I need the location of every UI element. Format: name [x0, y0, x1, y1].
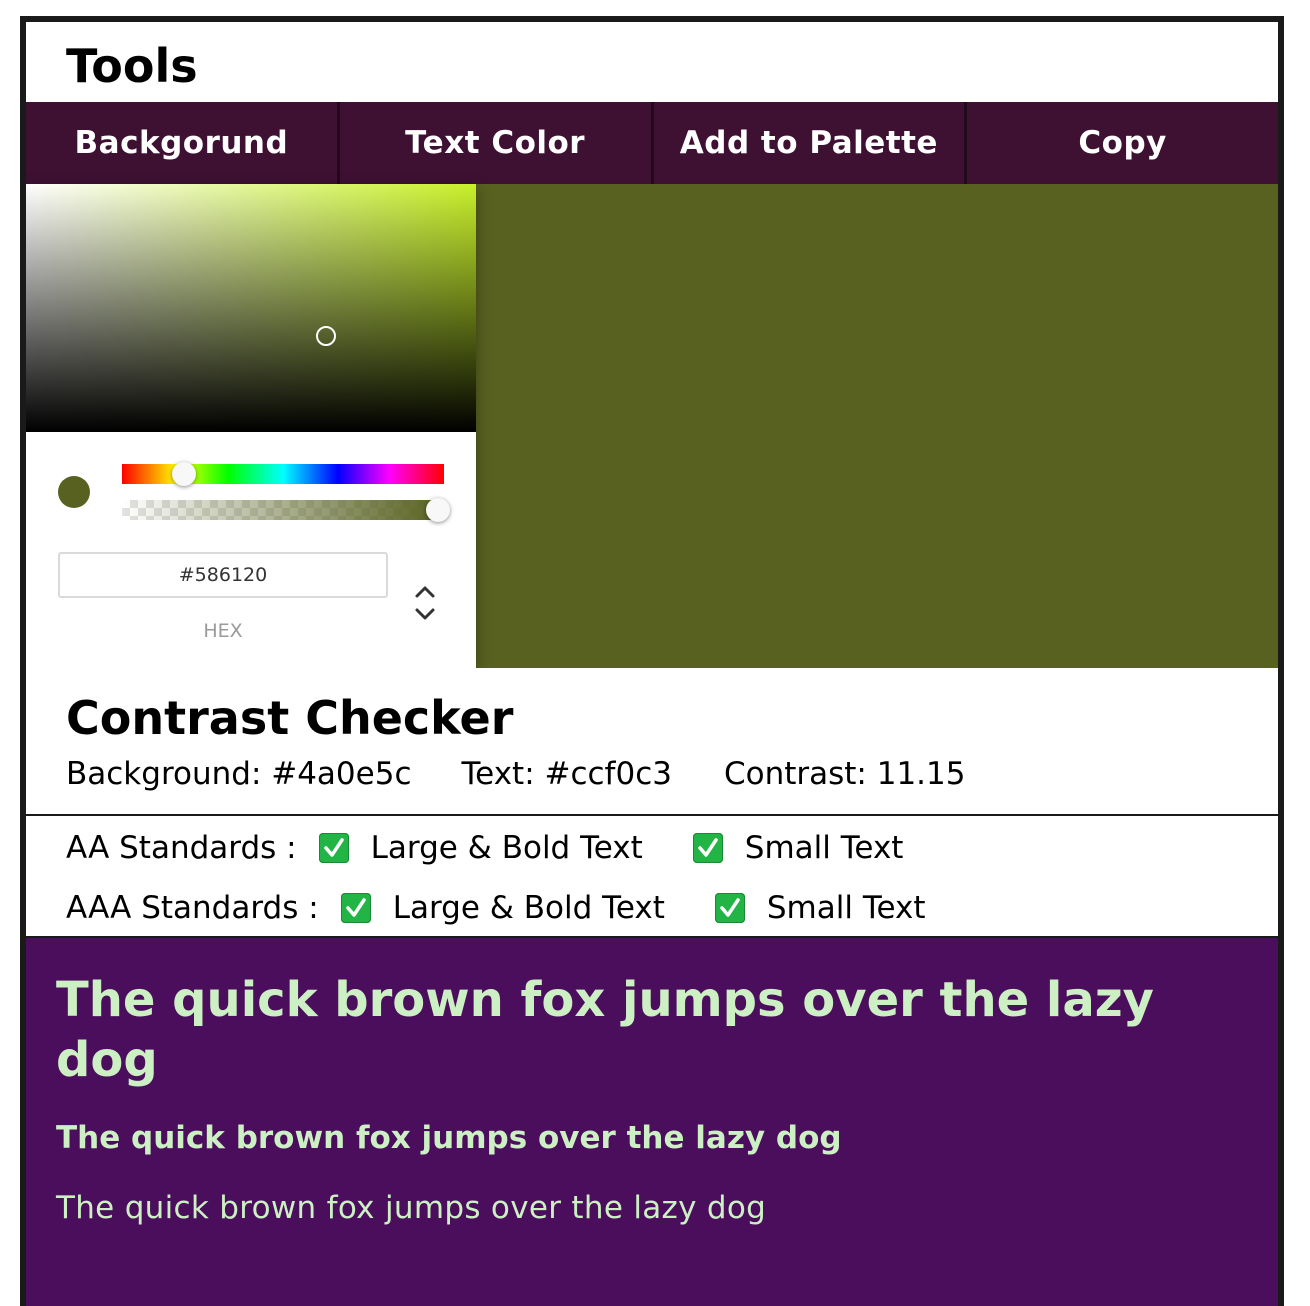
saturation-handle[interactable] [316, 326, 336, 346]
contrast-stats: Background: #4a0e5c Text: #ccf0c3 Contrast… [66, 756, 965, 792]
aa-standards-row: AA Standards : Large & Bold Text Small T… [66, 830, 903, 866]
up-down-chevrons-icon[interactable] [412, 582, 438, 624]
text-color-button[interactable]: Text Color [339, 102, 654, 184]
checkmark-icon [340, 893, 371, 923]
aaa-standards-label: AAA Standards : [66, 890, 319, 926]
aa-small-text-label: Small Text [744, 830, 904, 866]
color-preview-dot [58, 476, 90, 508]
color-picker: HEX [26, 184, 476, 668]
text-value: Text: #ccf0c3 [461, 756, 672, 792]
checkmark-icon [692, 833, 723, 863]
tools-panel: Tools Backgorund Text Color Add to Palet… [20, 16, 1284, 1306]
standards-section: AA Standards : Large & Bold Text Small T… [26, 816, 1278, 938]
contrast-value: Contrast: 11.15 [723, 756, 966, 792]
checkmark-icon [714, 893, 745, 923]
text-preview: The quick brown fox jumps over the lazy … [26, 938, 1278, 1306]
toolbar: Backgorund Text Color Add to Palette Cop… [26, 102, 1278, 184]
aaa-large-text-label: Large & Bold Text [392, 890, 665, 926]
background-value: Background: #4a0e5c [66, 756, 412, 792]
checkmark-icon [318, 833, 349, 863]
contrast-checker: Contrast Checker Background: #4a0e5c Text… [26, 668, 1278, 816]
alpha-slider[interactable] [122, 500, 444, 520]
preview-small-text: The quick brown fox jumps over the lazy … [56, 1190, 767, 1226]
aa-standards-label: AA Standards : [66, 830, 297, 866]
hue-slider-thumb[interactable] [172, 462, 196, 486]
hue-slider[interactable] [122, 464, 444, 484]
hex-format-label: HEX [203, 620, 243, 642]
aaa-standards-row: AAA Standards : Large & Bold Text Small … [66, 890, 926, 926]
alpha-slider-thumb[interactable] [426, 498, 450, 522]
preview-bold-text: The quick brown fox jumps over the lazy … [56, 1120, 842, 1156]
saturation-area[interactable] [26, 184, 476, 432]
preview-large-text: The quick brown fox jumps over the lazy … [56, 972, 1154, 1088]
alpha-gradient [122, 500, 444, 520]
contrast-checker-title: Contrast Checker [66, 691, 514, 745]
saturation-black-gradient [26, 184, 476, 432]
hex-input[interactable] [58, 552, 388, 598]
page-title: Tools [66, 39, 198, 93]
copy-button[interactable]: Copy [967, 102, 1278, 184]
background-button[interactable]: Backgorund [26, 102, 340, 184]
aaa-small-text-label: Small Text [766, 890, 926, 926]
add-to-palette-button[interactable]: Add to Palette [653, 102, 968, 184]
aa-large-text-label: Large & Bold Text [370, 830, 643, 866]
